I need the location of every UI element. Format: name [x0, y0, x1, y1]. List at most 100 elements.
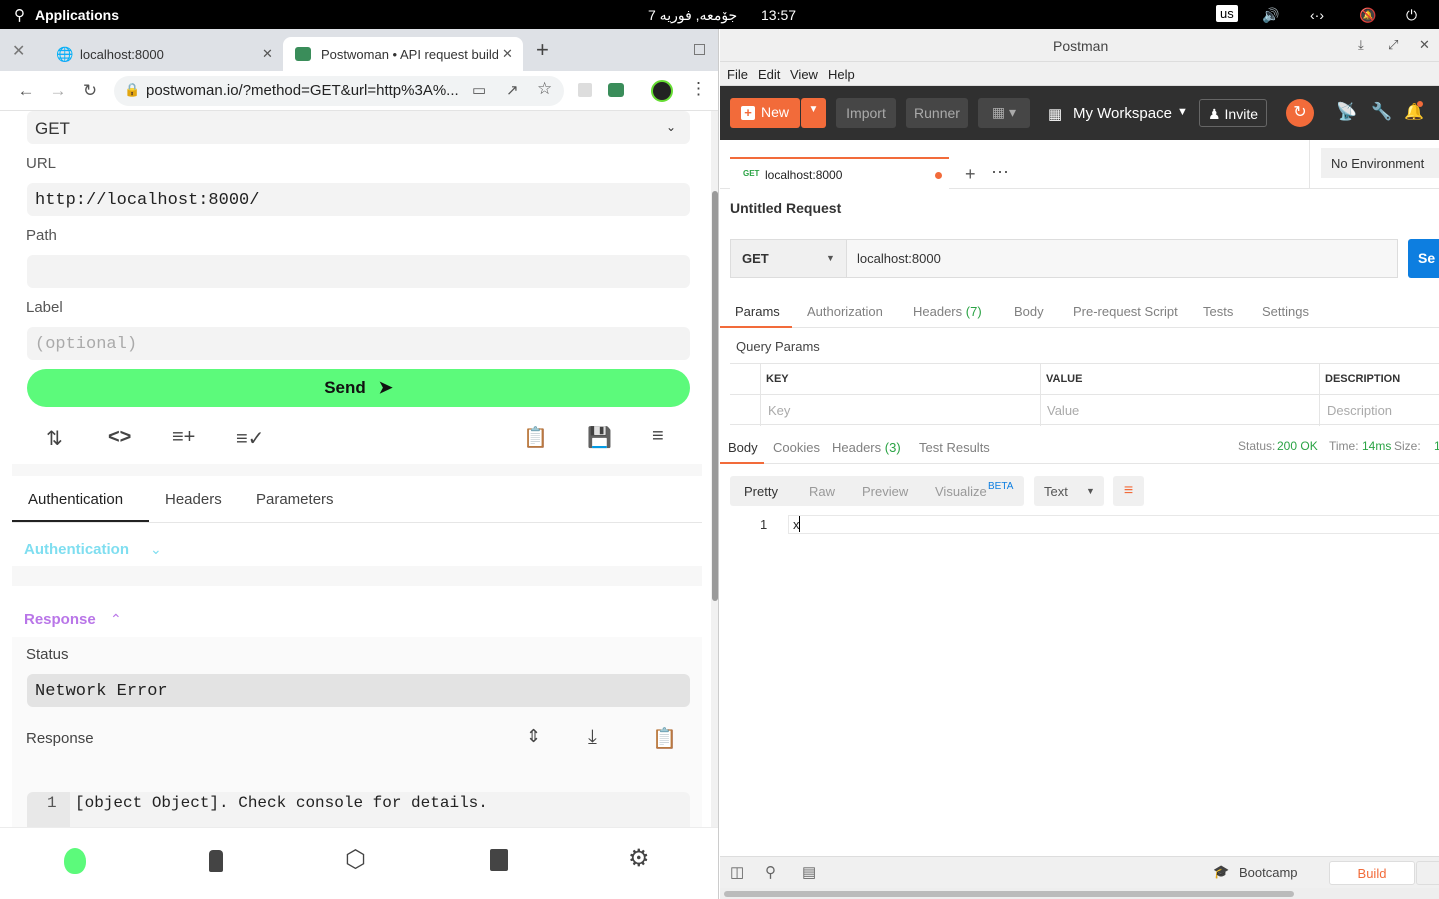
response-section-title[interactable]: Response: [24, 611, 96, 628]
menu-view[interactable]: View: [790, 67, 818, 82]
request-tab[interactable]: GET localhost:8000: [730, 157, 949, 189]
invite-button[interactable]: ♟ Invite: [1199, 99, 1267, 127]
new-dropdown-button[interactable]: ▼: [801, 98, 826, 128]
scrollbar-thumb[interactable]: [712, 191, 718, 601]
browser-tab-localhost[interactable]: 🌐 localhost:8000 ✕: [42, 37, 282, 71]
power-icon[interactable]: ⏻: [1406, 7, 1417, 24]
copy-response-icon[interactable]: 📋: [652, 726, 677, 751]
maximize-icon[interactable]: ⤢: [1388, 37, 1398, 53]
label-input[interactable]: (optional): [27, 327, 690, 360]
view-preview[interactable]: Preview: [862, 484, 908, 499]
new-tab-icon[interactable]: +: [536, 39, 549, 61]
reload-icon[interactable]: ↻: [78, 79, 102, 103]
lock-icon[interactable]: 🔒: [124, 82, 140, 98]
import-button[interactable]: Import: [836, 98, 896, 128]
chevron-down-icon[interactable]: ⌄: [150, 541, 162, 558]
tab-headers[interactable]: Headers (7): [913, 304, 982, 319]
chevron-up-icon[interactable]: ⌃: [110, 611, 122, 628]
value-input[interactable]: Value: [1047, 403, 1079, 418]
response-body-editor[interactable]: 1 x: [730, 513, 1439, 833]
minimize-icon[interactable]: ⤓: [1358, 37, 1364, 53]
request-title[interactable]: Untitled Request: [730, 200, 841, 216]
bookmark-star-icon[interactable]: ☆: [537, 79, 552, 99]
view-visualize[interactable]: Visualize: [935, 484, 987, 499]
tab-headers[interactable]: Headers: [165, 491, 222, 508]
settings-gear-icon[interactable]: ⚙: [628, 844, 650, 873]
more-vert-icon[interactable]: ⋮: [690, 79, 707, 99]
key-input[interactable]: Key: [768, 403, 790, 418]
tab-authentication[interactable]: Authentication: [28, 491, 123, 508]
extension-icon[interactable]: [578, 83, 592, 97]
postwoman-extension-icon[interactable]: [608, 83, 624, 97]
url-input[interactable]: localhost:8000: [846, 239, 1398, 278]
realtime-icon[interactable]: [209, 850, 223, 872]
expand-icon[interactable]: ⇕: [526, 726, 541, 747]
url-input[interactable]: http://localhost:8000/: [27, 183, 690, 216]
browser-tab-postwoman[interactable]: Postwoman • API request builde ✕: [283, 37, 523, 71]
view-pretty[interactable]: Pretty: [744, 484, 778, 499]
menu-file[interactable]: File: [727, 67, 748, 82]
sidebar-toggle-icon[interactable]: ◫: [730, 863, 744, 881]
wrench-icon[interactable]: 🔧: [1371, 102, 1392, 122]
alien-icon[interactable]: [64, 848, 86, 874]
applications-menu[interactable]: Applications: [35, 7, 119, 23]
menu-help[interactable]: Help: [828, 67, 855, 82]
runner-button[interactable]: Runner: [906, 98, 968, 128]
resp-tab-body[interactable]: Body: [728, 440, 758, 455]
search-icon[interactable]: ⚲: [14, 6, 25, 24]
tab-settings[interactable]: Settings: [1262, 304, 1309, 319]
find-icon[interactable]: ⚲: [765, 863, 776, 881]
close-tab-icon[interactable]: ✕: [262, 46, 273, 62]
close-icon[interactable]: ✕: [1419, 37, 1430, 53]
back-icon[interactable]: ←: [14, 79, 38, 103]
code-icon[interactable]: <>: [108, 426, 131, 449]
new-button[interactable]: + New: [730, 98, 800, 128]
horizontal-scrollbar[interactable]: [720, 888, 1439, 899]
page-scrollbar[interactable]: [711, 111, 718, 827]
save-icon[interactable]: 💾: [587, 425, 612, 450]
response-editor[interactable]: 1 [object Object]. Check console for det…: [27, 792, 690, 827]
send-button[interactable]: Se: [1408, 239, 1439, 278]
format-select[interactable]: Text ▼: [1034, 476, 1104, 506]
playlist-check-icon[interactable]: ≡✓: [236, 426, 264, 451]
network-icon[interactable]: ‹·›: [1310, 7, 1324, 23]
swap-vert-icon[interactable]: ⇅: [46, 426, 63, 451]
close-tab-icon[interactable]: ✕: [498, 46, 513, 62]
resp-tab-cookies[interactable]: Cookies: [773, 440, 820, 455]
wrap-lines-button[interactable]: ≡: [1113, 476, 1144, 506]
tab-tests[interactable]: Tests: [1203, 304, 1233, 319]
path-input[interactable]: [27, 255, 690, 288]
authentication-section-title[interactable]: Authentication: [24, 541, 129, 558]
description-input[interactable]: Description: [1327, 403, 1392, 418]
docs-book-icon[interactable]: [490, 849, 508, 871]
playlist-add-icon[interactable]: ≡+: [172, 426, 195, 449]
install-app-icon[interactable]: ▭: [472, 81, 486, 99]
tab-parameters[interactable]: Parameters: [256, 491, 334, 508]
send-button[interactable]: Send ➤: [27, 369, 690, 407]
download-icon[interactable]: ⤓: [588, 726, 597, 749]
notifications-off-icon[interactable]: 🔕: [1359, 7, 1376, 24]
maximize-window-icon[interactable]: [694, 44, 705, 55]
forward-icon[interactable]: →: [46, 79, 70, 103]
clock[interactable]: 13:57: [761, 7, 796, 23]
tab-params[interactable]: Params: [735, 304, 780, 319]
satellite-icon[interactable]: 📡: [1336, 102, 1357, 122]
method-select[interactable]: GET ⌄: [27, 111, 690, 144]
bootcamp-link[interactable]: Bootcamp: [1239, 865, 1298, 880]
build-mode-toggle[interactable]: Build: [1329, 861, 1415, 885]
copy-icon[interactable]: 📋: [523, 425, 548, 450]
open-external-icon[interactable]: ↗: [506, 81, 519, 99]
scrollbar-thumb[interactable]: [724, 891, 1294, 897]
close-window-icon[interactable]: ✕: [12, 41, 25, 61]
sync-icon[interactable]: ↻: [1286, 99, 1314, 127]
workspace-selector[interactable]: My Workspace: [1073, 105, 1172, 122]
address-bar[interactable]: 🔒 postwoman.io/?method=GET&url=http%3A%.…: [114, 76, 564, 106]
environment-selector[interactable]: No Environment: [1321, 148, 1439, 178]
add-tab-icon[interactable]: +: [965, 164, 976, 185]
tab-prerequest-script[interactable]: Pre-request Script: [1073, 304, 1178, 319]
more-tabs-icon[interactable]: ⋯: [991, 162, 1009, 183]
new-window-button[interactable]: ▦ ▾: [978, 98, 1030, 128]
console-icon[interactable]: ▤: [802, 863, 816, 881]
clear-all-icon[interactable]: ≡: [652, 425, 664, 448]
keyboard-layout-indicator[interactable]: us: [1216, 5, 1238, 22]
